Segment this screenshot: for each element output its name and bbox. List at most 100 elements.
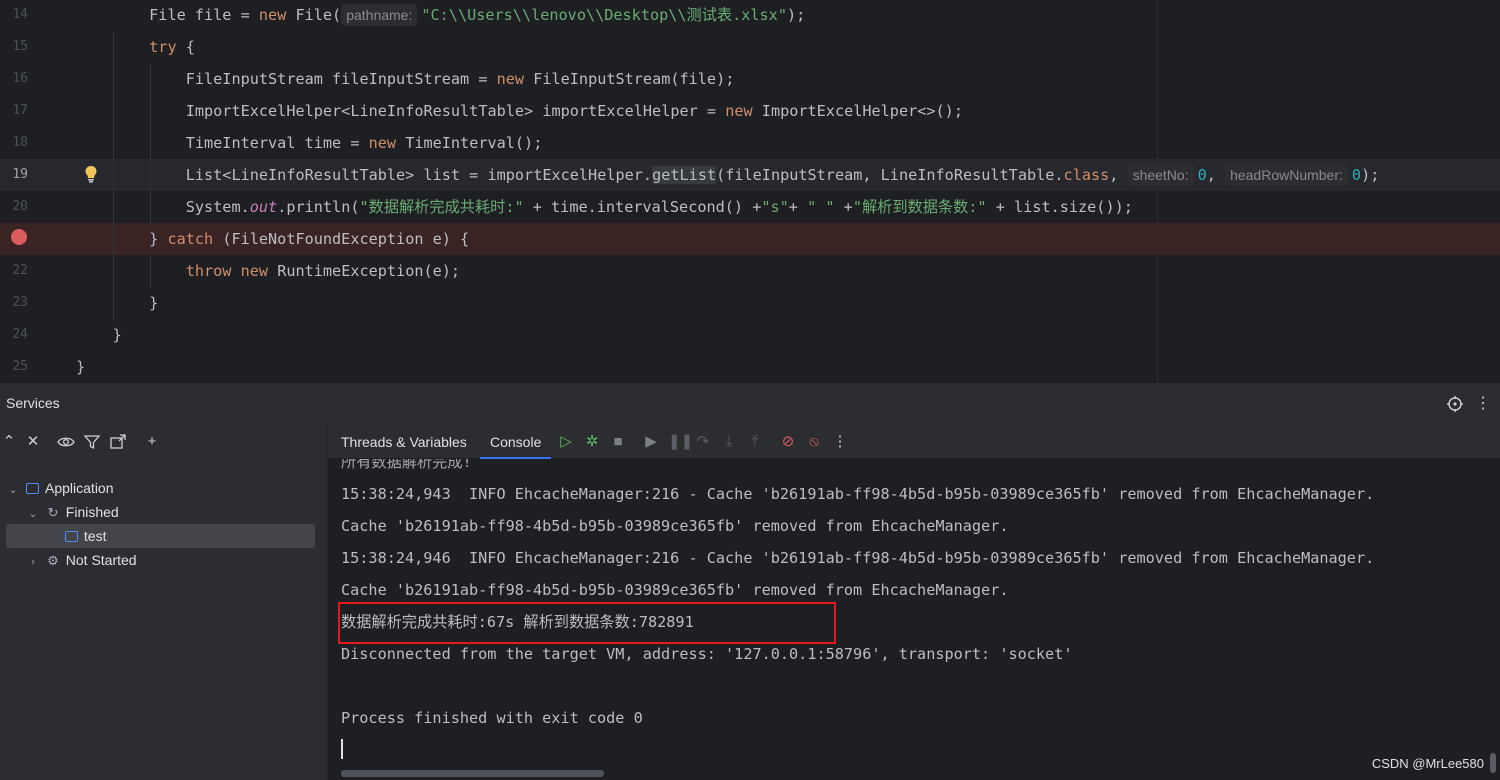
code-token: new [496,70,525,88]
tree-item-test[interactable]: test [6,524,315,548]
code-line[interactable]: 16 FileInputStream fileInputStream = new… [0,63,1500,95]
code-token: new [725,102,753,120]
view-breakpoints-icon[interactable]: ⊘ [779,433,797,451]
resume-icon[interactable]: ▶ [642,433,660,451]
code-text[interactable]: List<LineInfoResultTable> list = importE… [76,159,1379,191]
line-number: 23 [12,295,28,310]
mute-breakpoints-icon[interactable]: ⦸ [805,433,823,451]
breakpoint-icon[interactable] [11,229,27,245]
code-token: + [788,198,808,216]
tree-item-label: Application [45,480,114,496]
code-token: } [76,358,86,376]
add-service-icon[interactable]: + [143,433,161,451]
code-line[interactable]: 14 File file = new File(pathname: "C:\\Us… [0,0,1500,31]
code-line[interactable]: 20 System.out.println("数据解析完成共耗时:" + tim… [0,191,1500,223]
code-text[interactable]: File file = new File(pathname: "C:\\Users… [76,0,805,31]
console-pane: Threads & Variables Console ▷ ✲ ■ ▶ ❚❚ ↷… [328,425,1500,780]
step-out-icon[interactable]: ⤒ [746,433,764,451]
code-token: 0 [1351,166,1362,184]
line-number: 18 [12,135,28,150]
code-line[interactable]: 19 List<LineInfoResultTable> list = impo… [0,159,1500,191]
code-line[interactable]: 24 } [0,319,1500,351]
code-token: ImportExcelHelper<LineInfoResultTable> i… [185,102,726,120]
more-options-icon[interactable]: ⋮ [831,433,849,451]
code-token: } [112,326,122,344]
code-token: " " [807,198,835,216]
code-token: catch [167,230,214,248]
collapse-all-icon[interactable]: ✕ [24,433,42,451]
code-token: "解析到数据条数:" [852,198,987,216]
indent-guide [150,64,151,224]
chevron-down-icon[interactable]: ⌄ [6,478,20,502]
code-text[interactable]: } catch (FileNotFoundException e) { [76,223,469,255]
tree-item-application[interactable]: ⌄ Application [6,476,114,502]
pause-icon[interactable]: ❚❚ [668,433,693,451]
eye-icon[interactable] [57,433,75,451]
code-token: (fileInputStream, LineInfoResultTable. [716,166,1064,184]
code-token: "数据解析完成共耗时:" [359,198,524,216]
chevron-down-icon[interactable]: ⌄ [26,502,40,526]
stop-icon[interactable]: ■ [609,433,627,451]
code-token: TimeInterval(); [396,134,543,152]
code-text[interactable]: throw new RuntimeException(e); [76,255,460,287]
code-line[interactable]: 23 } [0,287,1500,319]
code-token: FileInputStream fileInputStream = [185,70,497,88]
code-token: } [149,294,159,312]
code-token: + [834,198,853,216]
code-token: + time.intervalSecond() + [523,198,762,216]
step-over-icon[interactable]: ↷ [694,433,712,451]
parameter-hint: sheetNo: [1127,164,1194,186]
tree-item-not-started[interactable]: › ⚙ Not Started [26,548,137,574]
tab-console[interactable]: Console [480,425,552,459]
code-text[interactable]: try { [76,31,195,63]
expand-all-icon[interactable]: ⌃ [0,433,18,451]
code-text[interactable]: } [76,319,122,351]
code-text[interactable]: ImportExcelHelper<LineInfoResultTable> i… [76,95,963,127]
more-options-icon[interactable]: ⋮ [1474,395,1492,413]
tree-item-label: Not Started [65,552,137,568]
line-number: 15 [12,39,28,54]
console-output[interactable]: 所有数据解析完成! 15:38:24,943 INFO EhcacheManag… [328,459,1500,780]
code-token: ImportExcelHelper<>(); [752,102,963,120]
code-line[interactable]: 25} [0,351,1500,382]
filter-icon[interactable] [83,433,101,451]
code-text[interactable]: System.out.println("数据解析完成共耗时:" + time.i… [76,191,1133,223]
services-panel: Services ⋮ ⌃ ✕ + ⌄ Application ⌄ ↻ Finis… [0,382,1500,780]
console-line: 15:38:24,943 INFO EhcacheManager:216 - C… [341,485,1375,503]
new-tab-icon[interactable] [109,433,127,451]
chevron-right-icon[interactable]: › [26,550,40,574]
gear-icon: ⚙ [47,553,59,568]
code-token: 0 [1197,166,1207,184]
code-line[interactable]: 22 throw new RuntimeException(e); [0,255,1500,287]
code-text[interactable]: } [76,287,158,319]
code-line[interactable]: 18 TimeInterval time = new TimeInterval(… [0,127,1500,159]
lightbulb-icon[interactable] [84,165,98,183]
crosshair-icon[interactable] [1446,395,1464,413]
debug-bug-icon[interactable]: ✲ [583,433,601,451]
tab-threads-variables[interactable]: Threads & Variables [341,425,467,459]
code-line[interactable]: 17 ImportExcelHelper<LineInfoResultTable… [0,95,1500,127]
code-text[interactable]: FileInputStream fileInputStream = new Fi… [76,63,735,95]
code-token: new [368,134,397,152]
code-editor[interactable]: 14 File file = new File(pathname: "C:\\Us… [0,0,1500,382]
tree-item-finished[interactable]: ⌄ ↻ Finished [26,500,118,526]
code-token: .println( [277,198,360,216]
code-token: new [258,6,287,24]
code-text[interactable]: TimeInterval time = new TimeInterval(); [76,127,543,159]
horizontal-scrollbar[interactable] [341,770,604,777]
highlight-annotation-box [338,602,836,644]
step-into-icon[interactable]: ⤓ [720,433,738,451]
code-token: "C:\\Users\\lenovo\\Desktop\\测试表.xlsx" [421,6,787,24]
vertical-scrollbar[interactable] [1490,753,1496,773]
code-line[interactable]: 15 try { [0,31,1500,63]
rerun-play-icon[interactable]: ▷ [557,433,575,451]
code-line[interactable]: } catch (FileNotFoundException e) { [0,223,1500,255]
line-number: 22 [12,263,28,278]
text-caret [341,739,343,759]
code-text[interactable]: } [76,351,85,382]
line-number: 16 [12,71,28,86]
